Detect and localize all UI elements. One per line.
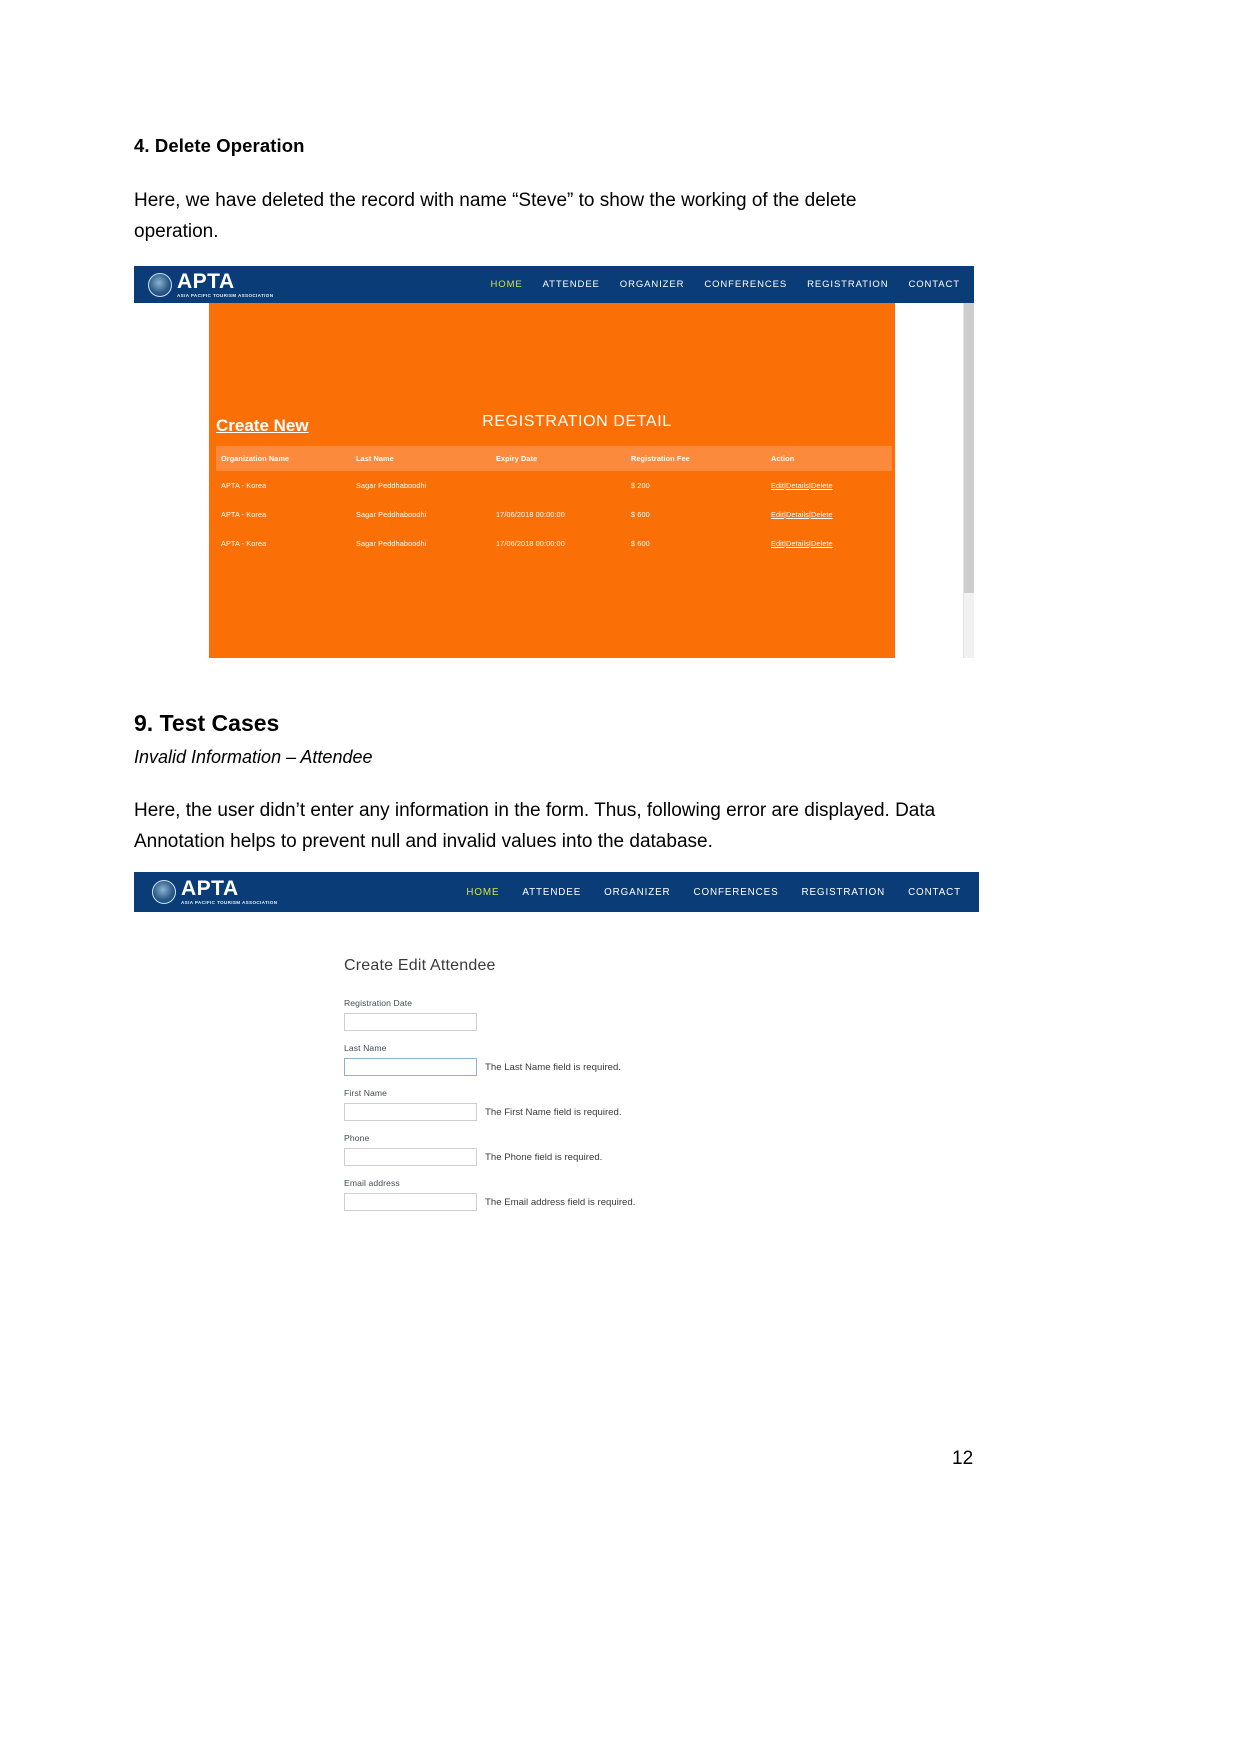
error-email-address: The Email address field is required. [485, 1196, 636, 1208]
delete-link[interactable]: Delete [811, 481, 833, 490]
document-page: 4. Delete Operation Here, we have delete… [0, 0, 1241, 1754]
column-header-registration-fee: Registration Fee [626, 446, 766, 471]
edit-link[interactable]: Edit [771, 510, 784, 519]
cell-registration-fee: $ 600 [631, 539, 650, 548]
email-address-input[interactable] [344, 1193, 477, 1211]
brand-tagline: ASIA PACIFIC TOURISM ASSOCIATION [181, 900, 278, 906]
cell-action: Edit|Details|Delete [766, 500, 892, 529]
brand-logo[interactable]: APTA ASIA PACIFIC TOURISM ASSOCIATION [152, 878, 277, 906]
page-number: 12 [952, 1448, 974, 1469]
registration-table: Organization Name Last Name Expiry Date … [216, 446, 892, 558]
error-last-name: The Last Name field is required. [485, 1061, 621, 1073]
attendee-form: Create Edit Attendee Registration Date L… [344, 957, 964, 1213]
subheading-invalid-information: Invalid Information – Attendee [134, 747, 373, 767]
nav-link-conferences[interactable]: CONFERENCES [693, 887, 778, 898]
cell-last-name: Sagar Peddhaboodhi [356, 539, 427, 548]
brand-logo[interactable]: APTA ASIA PACIFIC TOURISM ASSOCIATION [148, 271, 273, 299]
cell-organization-name: APTA - Korea [221, 481, 267, 490]
column-header-action: Action [766, 446, 892, 471]
nav-links: HOME ATTENDEE ORGANIZER CONFERENCES REGI… [471, 279, 960, 290]
registration-page-body: Create New REGISTRATION DETAIL Organizat… [209, 303, 895, 658]
paragraph-delete-operation: Here, we have deleted the record with na… [134, 190, 857, 242]
table-header-row: Organization Name Last Name Expiry Date … [216, 446, 892, 471]
nav-link-contact[interactable]: CONTACT [908, 279, 960, 290]
nav-link-attendee[interactable]: ATTENDEE [522, 887, 581, 898]
cell-organization-name: APTA - Korea [221, 510, 267, 519]
scrollbar-thumb[interactable] [964, 303, 974, 593]
table-row: APTA - Korea Sagar Peddhaboodhi 17/06/20… [216, 529, 892, 558]
apta-seal-icon [152, 880, 176, 904]
label-email-address: Email address [344, 1178, 400, 1188]
nav-link-organizer[interactable]: ORGANIZER [620, 279, 685, 290]
screenshot-attendee-form: APTA ASIA PACIFIC TOURISM ASSOCIATION HO… [134, 872, 979, 1284]
cell-last-name: Sagar Peddhaboodhi [356, 510, 427, 519]
label-first-name: First Name [344, 1088, 388, 1098]
nav-link-home[interactable]: HOME [491, 279, 523, 290]
nav-link-attendee[interactable]: ATTENDEE [543, 279, 600, 290]
cell-expiry-date: 17/06/2018 00:00:00 [496, 510, 565, 519]
nav-links: HOME ATTENDEE ORGANIZER CONFERENCES REGI… [443, 887, 961, 898]
field-registration-date: Registration Date [344, 998, 964, 1031]
cell-registration-fee: $ 600 [631, 510, 650, 519]
paragraph-test-cases: Here, the user didn’t enter any informat… [134, 800, 936, 852]
label-last-name: Last Name [344, 1043, 387, 1053]
phone-input[interactable] [344, 1148, 477, 1166]
first-name-input[interactable] [344, 1103, 477, 1121]
nav-link-registration[interactable]: REGISTRATION [802, 887, 886, 898]
label-phone: Phone [344, 1133, 370, 1143]
nav-link-conferences[interactable]: CONFERENCES [704, 279, 787, 290]
cell-last-name: Sagar Peddhaboodhi [356, 481, 427, 490]
column-header-expiry-date: Expiry Date [491, 446, 626, 471]
nav-link-home[interactable]: HOME [466, 887, 499, 898]
delete-link[interactable]: Delete [811, 539, 833, 548]
cell-registration-fee: $ 200 [631, 481, 650, 490]
registration-date-input[interactable] [344, 1013, 477, 1031]
field-last-name: Last Name The Last Name field is require… [344, 1043, 964, 1076]
section-heading-delete-operation: 4. Delete Operation [134, 135, 305, 156]
label-registration-date: Registration Date [344, 998, 413, 1008]
cell-action: Edit|Details|Delete [766, 529, 892, 558]
page-title: REGISTRATION DETAIL [482, 413, 672, 430]
edit-link[interactable]: Edit [771, 539, 784, 548]
error-phone: The Phone field is required. [485, 1151, 603, 1163]
details-link[interactable]: Details [786, 510, 809, 519]
form-title: Create Edit Attendee [344, 957, 496, 974]
column-header-last-name: Last Name [351, 446, 491, 471]
app-navbar: APTA ASIA PACIFIC TOURISM ASSOCIATION HO… [134, 872, 979, 912]
nav-link-contact[interactable]: CONTACT [908, 887, 961, 898]
edit-link[interactable]: Edit [771, 481, 784, 490]
cell-organization-name: APTA - Korea [221, 539, 267, 548]
field-phone: Phone The Phone field is required. [344, 1133, 964, 1166]
brand-name: APTA [181, 877, 239, 901]
details-link[interactable]: Details [786, 539, 809, 548]
table-row: APTA - Korea Sagar Peddhaboodhi $ 200 Ed… [216, 471, 892, 500]
delete-link[interactable]: Delete [811, 510, 833, 519]
error-first-name: The First Name field is required. [485, 1106, 622, 1118]
cell-expiry-date: 17/06/2018 00:00:00 [496, 539, 565, 548]
field-first-name: First Name The First Name field is requi… [344, 1088, 964, 1121]
field-email-address: Email address The Email address field is… [344, 1178, 964, 1211]
screenshot-registration-detail: APTA ASIA PACIFIC TOURISM ASSOCIATION HO… [134, 266, 974, 658]
brand-name: APTA [177, 269, 235, 293]
nav-link-registration[interactable]: REGISTRATION [807, 279, 888, 290]
nav-link-organizer[interactable]: ORGANIZER [604, 887, 670, 898]
last-name-input[interactable] [344, 1058, 477, 1076]
details-link[interactable]: Details [786, 481, 809, 490]
cell-expiry-date [491, 471, 626, 500]
section-heading-test-cases: 9. Test Cases [134, 710, 280, 736]
cell-action: Edit|Details|Delete [766, 471, 892, 500]
column-header-organization-name: Organization Name [216, 446, 351, 471]
app-navbar: APTA ASIA PACIFIC TOURISM ASSOCIATION HO… [134, 266, 974, 303]
apta-seal-icon [148, 272, 172, 297]
brand-tagline: ASIA PACIFIC TOURISM ASSOCIATION [177, 292, 274, 298]
table-row: APTA - Korea Sagar Peddhaboodhi 17/06/20… [216, 500, 892, 529]
